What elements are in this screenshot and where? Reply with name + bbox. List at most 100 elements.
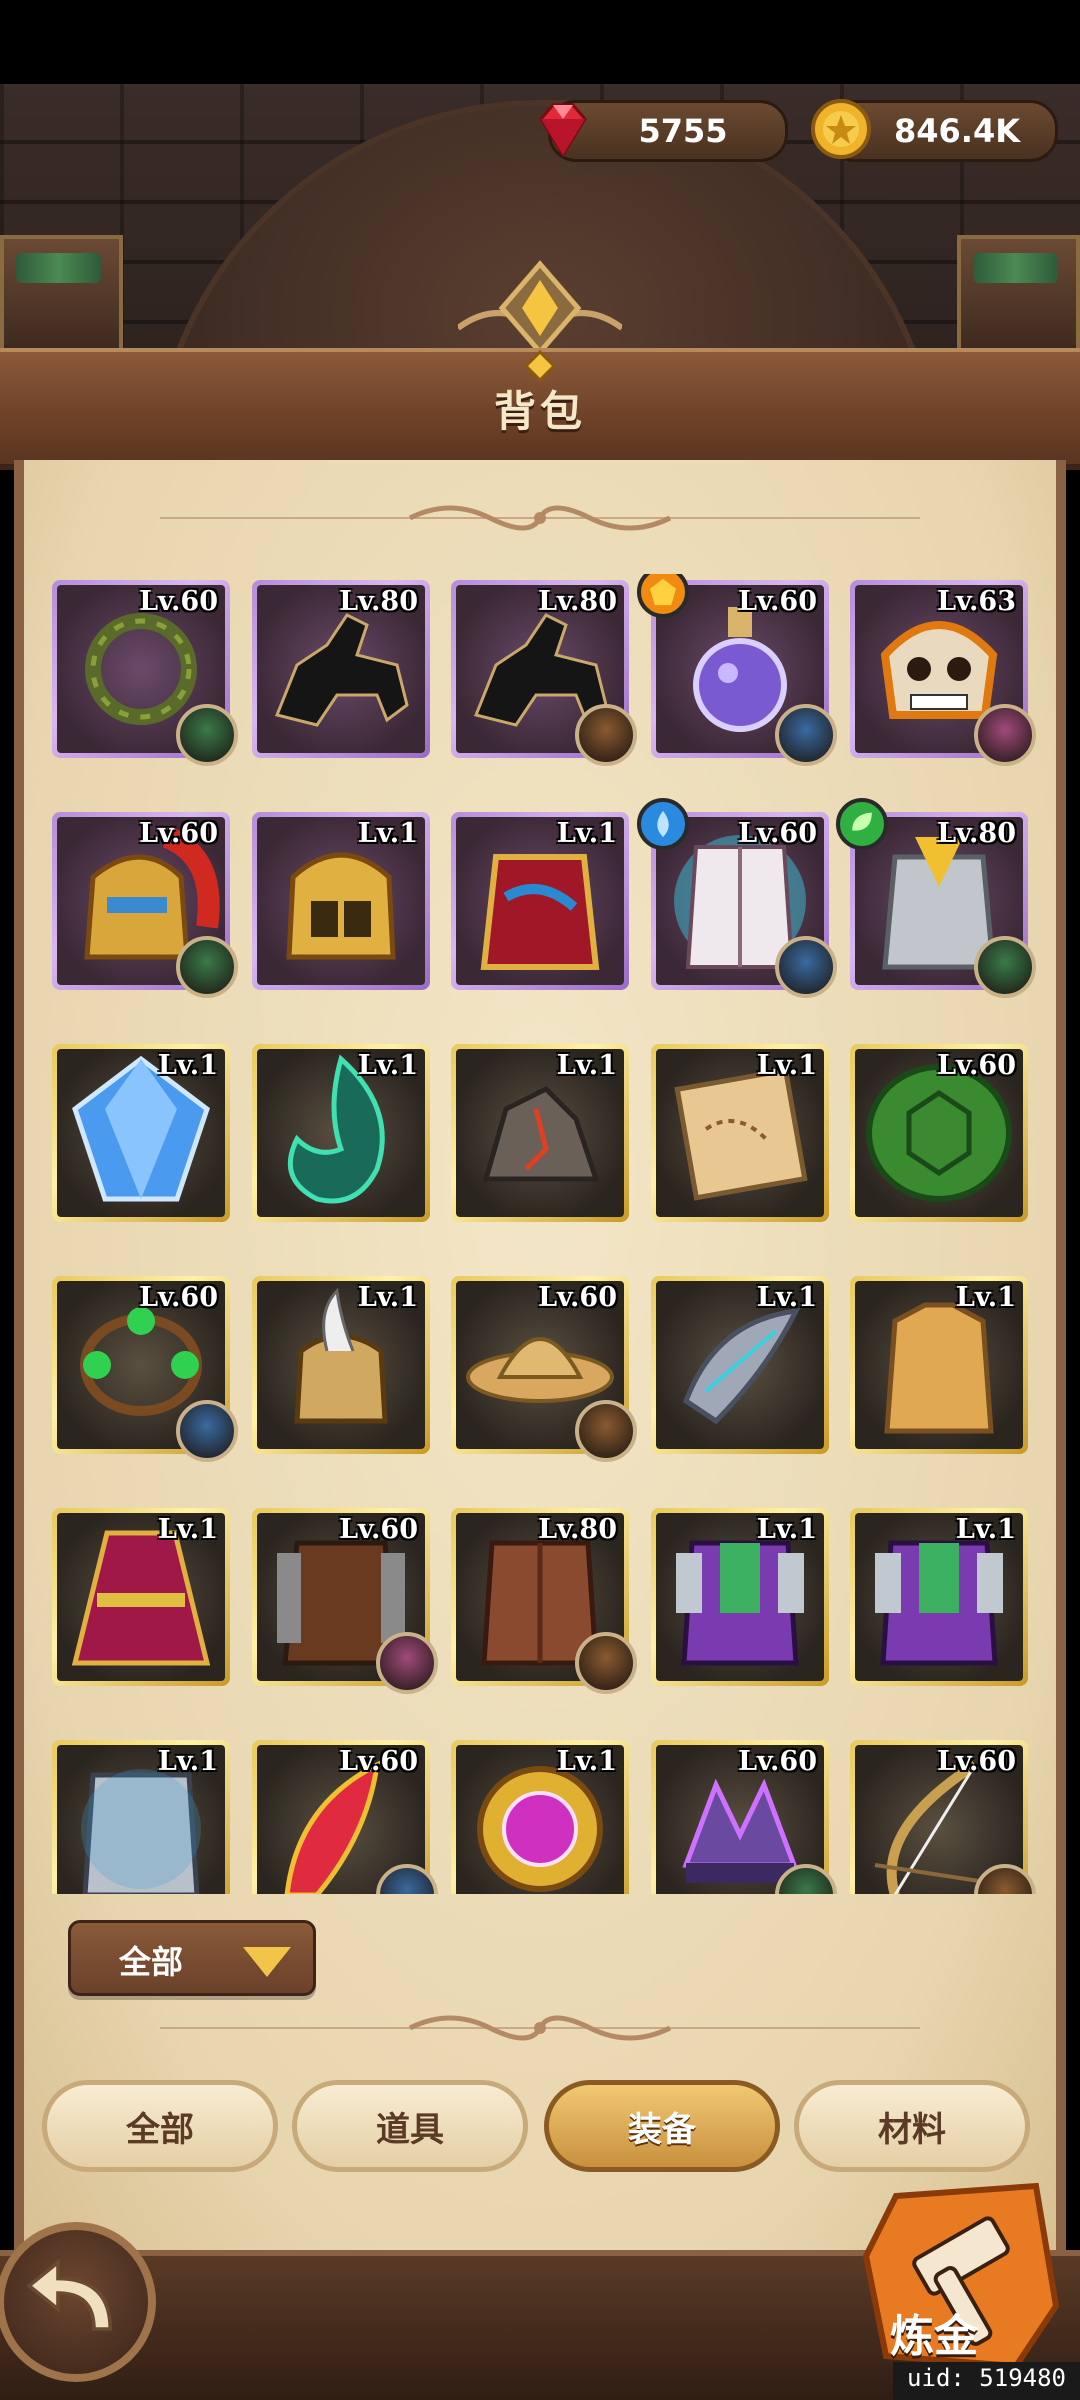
inventory-item-slot[interactable]: Lv.1 bbox=[252, 1276, 430, 1454]
inventory-item-slot[interactable]: Lv.80 bbox=[836, 798, 1036, 998]
inventory-item-slot[interactable]: Lv.60 bbox=[52, 580, 238, 766]
item-level: Lv.80 bbox=[538, 586, 617, 617]
inventory-item-slot[interactable]: Lv.60 bbox=[637, 574, 837, 766]
inventory-item-slot[interactable]: Lv.1 bbox=[52, 1508, 230, 1686]
tab-items-label: 道具 bbox=[376, 2109, 444, 2150]
inventory-item-slot[interactable]: Lv.1 bbox=[52, 1740, 230, 1894]
inventory-item-slot[interactable]: Lv.80 bbox=[451, 1508, 637, 1694]
inventory-item-slot[interactable]: Lv.80 bbox=[252, 580, 430, 758]
alchemy-label: 炼金 bbox=[890, 2311, 978, 2362]
green-leaf-badge bbox=[836, 798, 888, 850]
item-level: Lv.60 bbox=[339, 1746, 418, 1777]
tab-equipment-label: 装备 bbox=[628, 2109, 696, 2150]
mage-hero-avatar bbox=[775, 704, 837, 766]
filter-dropdown-label: 全部 bbox=[119, 1943, 184, 1981]
rogue-hero-avatar bbox=[974, 704, 1036, 766]
item-level: Lv.1 bbox=[357, 818, 418, 849]
item-level: Lv.60 bbox=[139, 1282, 218, 1313]
bottom-divider-flourish bbox=[160, 2015, 920, 2041]
item-level: Lv.60 bbox=[538, 1282, 617, 1313]
item-level: Lv.1 bbox=[955, 1514, 1016, 1545]
tab-items[interactable]: 道具 bbox=[292, 2080, 528, 2172]
item-level: Lv.1 bbox=[756, 1050, 817, 1081]
item-level: Lv.1 bbox=[556, 818, 617, 849]
item-level: Lv.60 bbox=[937, 1050, 1016, 1081]
status-bar bbox=[0, 0, 1080, 84]
warrior-hero-avatar bbox=[575, 704, 637, 766]
inventory-item-slot[interactable]: Lv.1 bbox=[252, 1044, 430, 1222]
item-level: Lv.1 bbox=[157, 1050, 218, 1081]
top-divider-flourish bbox=[160, 505, 920, 531]
inventory-item-slot[interactable]: Lv.63 bbox=[850, 580, 1036, 766]
inventory-item-slot[interactable]: Lv.1 bbox=[651, 1276, 829, 1454]
right-pillar-decoration bbox=[957, 235, 1080, 353]
item-level: Lv.60 bbox=[738, 818, 817, 849]
item-level: Lv.63 bbox=[937, 586, 1016, 617]
inventory-item-slot[interactable]: Lv.60 bbox=[637, 798, 837, 998]
inventory-item-slot[interactable]: Lv.1 bbox=[52, 1044, 230, 1222]
item-level: Lv.1 bbox=[157, 1746, 218, 1777]
left-pillar-decoration bbox=[0, 235, 123, 353]
item-level: Lv.60 bbox=[139, 818, 218, 849]
dropdown-triangle-icon bbox=[243, 1947, 291, 1977]
item-level: Lv.60 bbox=[339, 1514, 418, 1545]
mage-hero-avatar bbox=[775, 936, 837, 998]
inventory-item-slot[interactable]: Lv.1 bbox=[651, 1508, 829, 1686]
tab-equipment[interactable]: 装备 bbox=[544, 2080, 780, 2172]
inventory-item-slot[interactable]: Lv.60 bbox=[451, 1276, 637, 1462]
inventory-item-slot[interactable]: Lv.60 bbox=[651, 1740, 837, 1894]
gem-amount: 5755 bbox=[638, 112, 728, 150]
item-level: Lv.1 bbox=[157, 1514, 218, 1545]
goblin-hero-avatar bbox=[176, 936, 238, 998]
item-level: Lv.1 bbox=[756, 1514, 817, 1545]
item-level: Lv.1 bbox=[556, 1050, 617, 1081]
item-level: Lv.1 bbox=[756, 1282, 817, 1313]
inventory-item-slot[interactable]: Lv.60 bbox=[252, 1740, 438, 1894]
item-grid[interactable]: Lv.60 Lv.80 Lv.80 Lv.60 Lv.63 Lv.60 Lv.1 Lv.1 Lv… bbox=[50, 574, 1040, 1894]
inventory-item-slot[interactable]: Lv.1 bbox=[651, 1044, 829, 1222]
item-level: Lv.80 bbox=[339, 586, 418, 617]
gem-counter[interactable]: 5755 bbox=[539, 100, 788, 162]
inventory-item-slot[interactable]: Lv.1 bbox=[451, 1044, 629, 1222]
inventory-item-slot[interactable]: Lv.60 bbox=[850, 1044, 1028, 1222]
item-level: Lv.1 bbox=[357, 1282, 418, 1313]
item-level: Lv.60 bbox=[139, 586, 218, 617]
inventory-item-slot[interactable]: Lv.60 bbox=[52, 1276, 238, 1462]
inventory-item-slot[interactable]: Lv.60 bbox=[850, 1740, 1036, 1894]
tab-all[interactable]: 全部 bbox=[42, 2080, 278, 2172]
mage-hero-avatar bbox=[176, 1400, 238, 1462]
item-level: Lv.1 bbox=[357, 1050, 418, 1081]
tab-all-label: 全部 bbox=[126, 2109, 194, 2150]
filter-dropdown[interactable]: 全部 bbox=[68, 1920, 316, 1996]
back-arrow-icon bbox=[26, 2258, 113, 2331]
inventory-item-slot[interactable]: Lv.1 bbox=[451, 812, 629, 990]
inventory-item-slot[interactable]: Lv.1 bbox=[252, 812, 430, 990]
warrior-hero-avatar bbox=[575, 1632, 637, 1694]
rogue-hero-avatar bbox=[376, 1632, 438, 1694]
inventory-item-slot[interactable]: Lv.60 bbox=[252, 1508, 438, 1694]
warrior-hero-avatar bbox=[575, 1400, 637, 1462]
inventory-item-slot[interactable]: Lv.1 bbox=[451, 1740, 629, 1894]
uid-label: uid: 519480 bbox=[893, 2362, 1080, 2400]
inventory-item-slot[interactable]: Lv.1 bbox=[850, 1508, 1028, 1686]
inventory-item-slot[interactable]: Lv.1 bbox=[850, 1276, 1028, 1454]
item-level: Lv.60 bbox=[738, 586, 817, 617]
inventory-screen: 5755 846.4K 背包 Lv.60 Lv.80 Lv.80 Lv.60 Lv.63… bbox=[0, 0, 1080, 2400]
inventory-item-slot[interactable]: Lv.80 bbox=[451, 580, 637, 766]
goblin-hero-avatar bbox=[176, 704, 238, 766]
tab-materials[interactable]: 材料 bbox=[794, 2080, 1030, 2172]
back-button[interactable] bbox=[0, 2222, 156, 2382]
blue-water-badge bbox=[637, 798, 689, 850]
gold-counter[interactable]: 846.4K bbox=[811, 99, 1058, 162]
item-level: Lv.80 bbox=[937, 818, 1016, 849]
gold-amount: 846.4K bbox=[893, 112, 1020, 150]
inventory-item-slot[interactable]: Lv.60 bbox=[52, 812, 238, 998]
page-title: 背包 bbox=[493, 387, 586, 436]
item-level: Lv.1 bbox=[955, 1282, 1016, 1313]
item-level: Lv.60 bbox=[937, 1746, 1016, 1777]
item-level: Lv.1 bbox=[556, 1746, 617, 1777]
goblin-hero-avatar bbox=[974, 936, 1036, 998]
tab-materials-label: 材料 bbox=[878, 2109, 946, 2150]
item-level: Lv.60 bbox=[738, 1746, 817, 1777]
item-level: Lv.80 bbox=[538, 1514, 617, 1545]
